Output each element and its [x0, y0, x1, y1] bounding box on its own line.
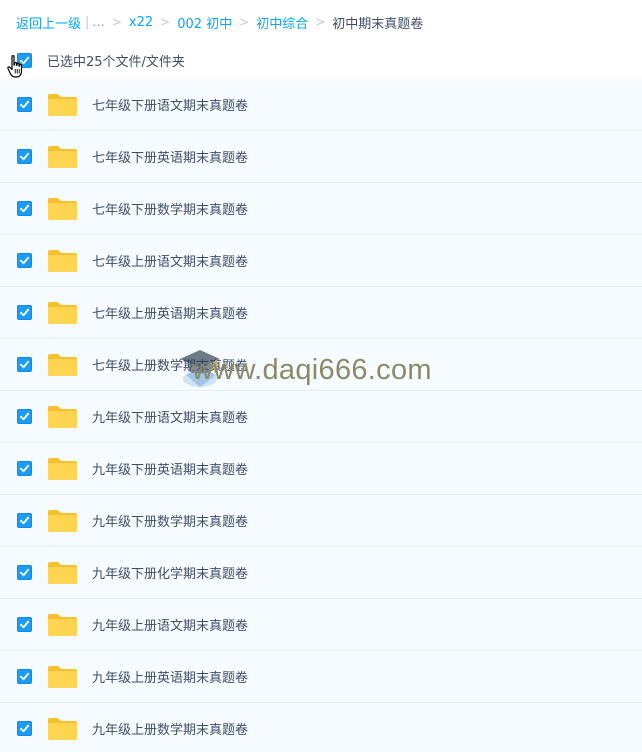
file-row[interactable]: 九年级上册英语期末真题卷	[0, 651, 642, 703]
file-row[interactable]: 九年级下册化学期末真题卷	[0, 547, 642, 599]
chevron-right-icon: >	[239, 15, 250, 29]
back-link[interactable]: 返回上一级	[16, 13, 81, 32]
file-name: 七年级上册语文期末真题卷	[92, 255, 249, 270]
file-name: 九年级上册数学期末真题卷	[92, 723, 249, 738]
watermark-text: www.daqi666.com	[192, 353, 432, 386]
hand-pointer-icon	[7, 55, 23, 78]
selection-count: 已选中25个文件/文件夹	[47, 54, 185, 70]
chevron-right-icon: >	[111, 15, 122, 29]
folder-icon	[48, 353, 77, 376]
row-checkbox[interactable]	[17, 513, 32, 528]
folder-icon	[48, 665, 77, 688]
breadcrumb-item-junior-general[interactable]: 初中综合	[256, 13, 308, 32]
row-checkbox[interactable]	[17, 617, 32, 632]
file-name: 九年级下册化学期末真题卷	[92, 567, 249, 582]
folder-icon	[48, 457, 77, 480]
file-name: 九年级下册英语期末真题卷	[92, 463, 249, 478]
chevron-right-icon: >	[315, 15, 326, 29]
checkmark-icon	[19, 204, 30, 213]
file-name: 九年级上册英语期末真题卷	[92, 671, 249, 686]
file-name: 七年级下册数学期末真题卷	[92, 203, 249, 218]
row-checkbox[interactable]	[17, 305, 32, 320]
file-row[interactable]: 九年级上册语文期末真题卷	[0, 599, 642, 651]
file-name: 九年级下册语文期末真题卷	[92, 411, 249, 426]
folder-icon	[48, 405, 77, 428]
checkmark-icon	[19, 308, 30, 317]
breadcrumb-divider: |	[85, 14, 90, 30]
row-checkbox[interactable]	[17, 721, 32, 736]
file-name: 七年级上册英语期末真题卷	[92, 307, 249, 322]
breadcrumb-current: 初中期末真题卷	[332, 16, 424, 32]
file-browser: 返回上一级 | ... > x22 > 002 初中 > 初中综合 > 初中期末…	[0, 0, 642, 752]
file-row[interactable]: 七年级下册数学期末真题卷	[0, 183, 642, 235]
checkmark-icon	[19, 672, 30, 681]
file-row[interactable]: 九年级下册数学期末真题卷	[0, 495, 642, 547]
folder-icon	[48, 93, 77, 116]
breadcrumb-item-x22[interactable]: x22	[129, 15, 153, 30]
checkmark-icon	[19, 568, 30, 577]
checkmark-icon	[19, 724, 30, 733]
folder-icon	[48, 197, 77, 220]
folder-icon	[48, 145, 77, 168]
checkmark-icon	[19, 100, 30, 109]
file-name: 九年级下册数学期末真题卷	[92, 515, 249, 530]
file-name: 九年级上册语文期末真题卷	[92, 619, 249, 634]
file-row[interactable]: 九年级下册英语期末真题卷	[0, 443, 642, 495]
checkmark-icon	[19, 412, 30, 421]
file-row[interactable]: 九年级下册语文期末真题卷	[0, 391, 642, 443]
row-checkbox[interactable]	[17, 669, 32, 684]
file-list: 七年级下册语文期末真题卷 七年级下册英语期末真题卷 七年级下册数学期末真题卷 七…	[0, 79, 642, 752]
folder-icon	[48, 509, 77, 532]
file-name: 七年级下册语文期末真题卷	[92, 99, 249, 114]
row-checkbox[interactable]	[17, 409, 32, 424]
selection-header: 已选中25个文件/文件夹	[0, 48, 642, 72]
row-checkbox[interactable]	[17, 149, 32, 164]
folder-icon	[48, 717, 77, 740]
checkmark-icon	[19, 256, 30, 265]
breadcrumb-ellipsis[interactable]: ...	[92, 15, 104, 30]
checkmark-icon	[19, 516, 30, 525]
checkmark-icon	[19, 620, 30, 629]
folder-icon	[48, 613, 77, 636]
watermark: www.daqi666.com	[178, 345, 432, 395]
chevron-right-icon: >	[160, 15, 171, 29]
checkmark-icon	[19, 360, 30, 369]
file-row[interactable]: 七年级上册语文期末真题卷	[0, 235, 642, 287]
folder-icon	[48, 561, 77, 584]
file-name: 七年级下册英语期末真题卷	[92, 151, 249, 166]
folder-icon	[48, 301, 77, 324]
file-row[interactable]: 九年级上册数学期末真题卷	[0, 703, 642, 752]
row-checkbox[interactable]	[17, 201, 32, 216]
file-row[interactable]: 七年级上册英语期末真题卷	[0, 287, 642, 339]
row-checkbox[interactable]	[17, 565, 32, 580]
row-checkbox[interactable]	[17, 357, 32, 372]
checkmark-icon	[19, 152, 30, 161]
breadcrumb: 返回上一级 | ... > x22 > 002 初中 > 初中综合 > 初中期末…	[16, 12, 423, 32]
checkmark-icon	[19, 464, 30, 473]
file-row[interactable]: 七年级下册英语期末真题卷	[0, 131, 642, 183]
breadcrumb-item-junior-high[interactable]: 002 初中	[177, 13, 232, 32]
row-checkbox[interactable]	[17, 97, 32, 112]
row-checkbox[interactable]	[17, 461, 32, 476]
file-row[interactable]: 七年级下册语文期末真题卷	[0, 79, 642, 131]
folder-icon	[48, 249, 77, 272]
row-checkbox[interactable]	[17, 253, 32, 268]
